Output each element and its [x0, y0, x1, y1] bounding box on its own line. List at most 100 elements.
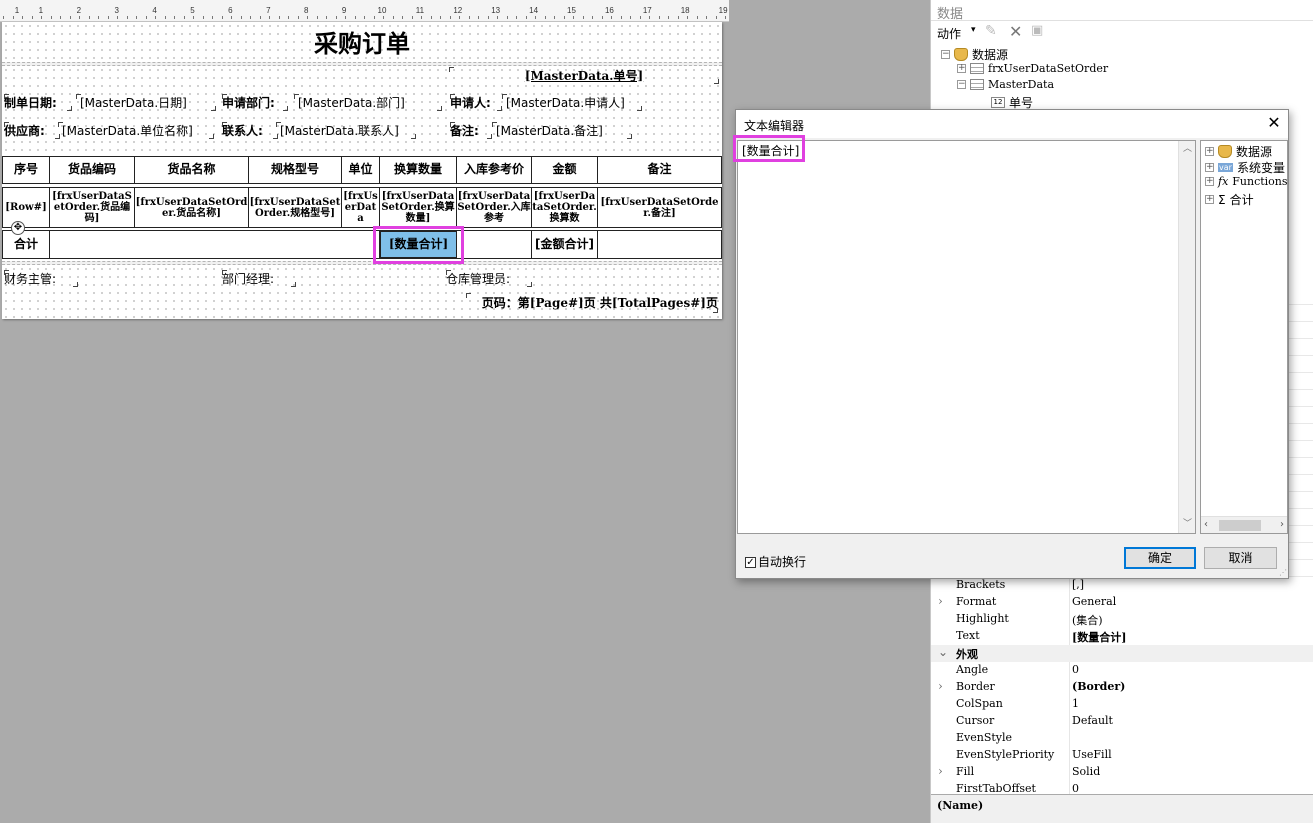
expand-icon[interactable]: › — [938, 764, 943, 778]
finance-signature-label[interactable]: 财务主管: — [4, 270, 78, 287]
applicant-value[interactable]: [MasterData.申请人] — [502, 94, 642, 111]
cell-row-index[interactable]: [Row#] — [3, 188, 50, 227]
property-row[interactable]: Angle 0 — [931, 662, 1313, 679]
property-value[interactable]: Solid — [1072, 765, 1100, 778]
tree-datasource[interactable]: − 数据源 — [941, 46, 1008, 63]
total-label[interactable]: 合计 — [3, 231, 50, 258]
move-handle-icon[interactable]: ✥ — [11, 221, 25, 235]
col-header-code[interactable]: 货品编码 — [50, 157, 135, 183]
tree-system-variables[interactable]: + var 系统变量 — [1205, 159, 1285, 176]
ok-button[interactable]: 确定 — [1124, 547, 1196, 569]
qty-sum-cell[interactable]: [数量合计] — [380, 231, 457, 258]
applicant-label[interactable]: 申请人: — [450, 94, 502, 111]
tree-functions[interactable]: + fx Functions — [1205, 175, 1287, 188]
property-value[interactable]: [数量合计] — [1072, 629, 1126, 645]
chevron-down-icon[interactable]: ▾ — [971, 25, 976, 35]
supplier-value[interactable]: [MasterData.单位名称] — [58, 122, 214, 139]
tree-totals[interactable]: + Σ 合计 — [1205, 191, 1254, 208]
property-row[interactable]: Highlight (集合) — [931, 611, 1313, 628]
property-row[interactable]: › Border (Border) — [931, 679, 1313, 696]
col-header-amount[interactable]: 金额 — [532, 157, 598, 183]
property-row[interactable]: ColSpan 1 — [931, 696, 1313, 713]
col-header-qty[interactable]: 换算数量 — [380, 157, 457, 183]
date-label[interactable]: 制单日期: — [4, 94, 72, 111]
tree-frxuserdatasetorder[interactable]: + frxUserDataSetOrder — [957, 62, 1108, 75]
property-row[interactable]: EvenStyle — [931, 730, 1313, 747]
dept-label[interactable]: 申请部门: — [222, 94, 288, 111]
expand-icon[interactable]: + — [1205, 147, 1214, 156]
property-value[interactable]: (集合) — [1072, 612, 1103, 628]
expand-icon[interactable]: › — [938, 679, 943, 693]
property-value[interactable]: 0 — [1072, 663, 1079, 676]
tree-masterdata[interactable]: − MasterData — [957, 78, 1054, 91]
cell-unit[interactable]: [frxUserData — [342, 188, 380, 227]
property-value[interactable]: General — [1072, 595, 1116, 608]
collapse-icon[interactable]: − — [941, 50, 950, 59]
property-row[interactable]: EvenStylePriority UseFill — [931, 747, 1313, 764]
delete-icon[interactable]: ✕ — [1009, 22, 1022, 41]
expand-icon[interactable]: + — [1205, 177, 1214, 186]
report-title[interactable]: 采购订单 — [2, 24, 722, 59]
amount-sum-cell[interactable]: [金额合计] — [532, 231, 598, 258]
scroll-down-icon[interactable]: ﹀ — [1179, 516, 1196, 533]
col-header-remark[interactable]: 备注 — [598, 157, 721, 183]
cell-remark[interactable]: [frxUserDataSetOrder.备注] — [598, 188, 721, 227]
property-row[interactable]: › Fill Solid — [931, 764, 1313, 781]
warehouse-signature-label[interactable]: 仓库管理员: — [446, 270, 532, 287]
expand-icon[interactable]: + — [957, 64, 966, 73]
date-value[interactable]: [MasterData.日期] — [76, 94, 216, 111]
cancel-button[interactable]: 取消 — [1204, 547, 1277, 569]
properties-icon[interactable]: ▣ — [1031, 23, 1043, 38]
dept-value[interactable]: [MasterData.部门] — [294, 94, 442, 111]
cell-qty[interactable]: [frxUserDataSetOrder.换算数量] — [380, 188, 457, 227]
property-row[interactable]: › Format General — [931, 594, 1313, 611]
contact-label[interactable]: 联系人: — [222, 122, 278, 139]
col-header-price[interactable]: 入库参考价 — [457, 157, 532, 183]
collapse-icon[interactable]: − — [957, 80, 966, 89]
contact-value[interactable]: [MasterData.联系人] — [276, 122, 416, 139]
word-wrap-label[interactable]: 自动换行 — [758, 553, 806, 570]
manager-signature-label[interactable]: 部门经理: — [222, 270, 296, 287]
property-row[interactable]: Text [数量合计] — [931, 628, 1313, 645]
property-row[interactable]: Cursor Default — [931, 713, 1313, 730]
remark-label[interactable]: 备注: — [450, 122, 492, 139]
scroll-up-icon[interactable]: ︿ — [1179, 141, 1196, 158]
cell-name[interactable]: [frxUserDataSetOrder.货品名称] — [135, 188, 249, 227]
editor-text[interactable]: [数量合计] — [742, 142, 799, 159]
tree-horizontal-scrollbar[interactable]: ‹ › — [1201, 516, 1287, 533]
property-value[interactable]: UseFill — [1072, 748, 1112, 761]
col-header-name[interactable]: 货品名称 — [135, 157, 249, 183]
total-price-cell[interactable] — [457, 231, 532, 258]
close-icon[interactable]: ✕ — [1264, 113, 1284, 133]
expand-icon[interactable]: + — [1205, 195, 1214, 204]
word-wrap-checkbox[interactable]: ✓ — [745, 557, 756, 568]
col-header-unit[interactable]: 单位 — [342, 157, 380, 183]
cell-amount[interactable]: [frxUserDataSetOrder.换算数 — [532, 188, 598, 227]
scroll-right-icon[interactable]: › — [1280, 519, 1284, 530]
property-row[interactable]: ⌄ 外观 — [931, 645, 1313, 662]
cell-code[interactable]: [frxUserDataSetOrder.货品编码] — [50, 188, 135, 227]
total-empty-cell[interactable] — [50, 231, 380, 258]
edit-icon[interactable]: ✎ — [985, 23, 997, 39]
text-editor-area[interactable]: [数量合计] ︿ ﹀ — [737, 140, 1196, 534]
property-value[interactable]: 1 — [1072, 697, 1079, 710]
editor-vertical-scrollbar[interactable]: ︿ ﹀ — [1178, 141, 1195, 533]
property-value[interactable]: Default — [1072, 714, 1113, 727]
expand-icon[interactable]: + — [1205, 163, 1214, 172]
cell-price[interactable]: [frxUserDataSetOrder.入库参考 — [457, 188, 532, 227]
cell-spec[interactable]: [frxUserDataSetOrder.规格型号] — [249, 188, 342, 227]
property-value[interactable]: (Border) — [1072, 680, 1125, 693]
expand-icon[interactable]: › — [938, 594, 943, 608]
property-row[interactable]: Brackets [,] — [931, 577, 1313, 594]
total-remark-cell[interactable] — [598, 231, 721, 258]
supplier-label[interactable]: 供应商: — [4, 122, 60, 139]
actions-menu[interactable]: 动作 — [937, 25, 961, 42]
col-header-spec[interactable]: 规格型号 — [249, 157, 342, 183]
scroll-left-icon[interactable]: ‹ — [1204, 519, 1208, 530]
property-value[interactable]: [,] — [1072, 578, 1084, 591]
tree-datasource[interactable]: + 数据源 — [1205, 143, 1272, 160]
col-header-index[interactable]: 序号 — [3, 157, 50, 183]
scroll-thumb[interactable] — [1219, 520, 1261, 531]
order-no-field[interactable]: [MasterData.单号] — [449, 67, 719, 84]
remark-value[interactable]: [MasterData.备注] — [492, 122, 632, 139]
